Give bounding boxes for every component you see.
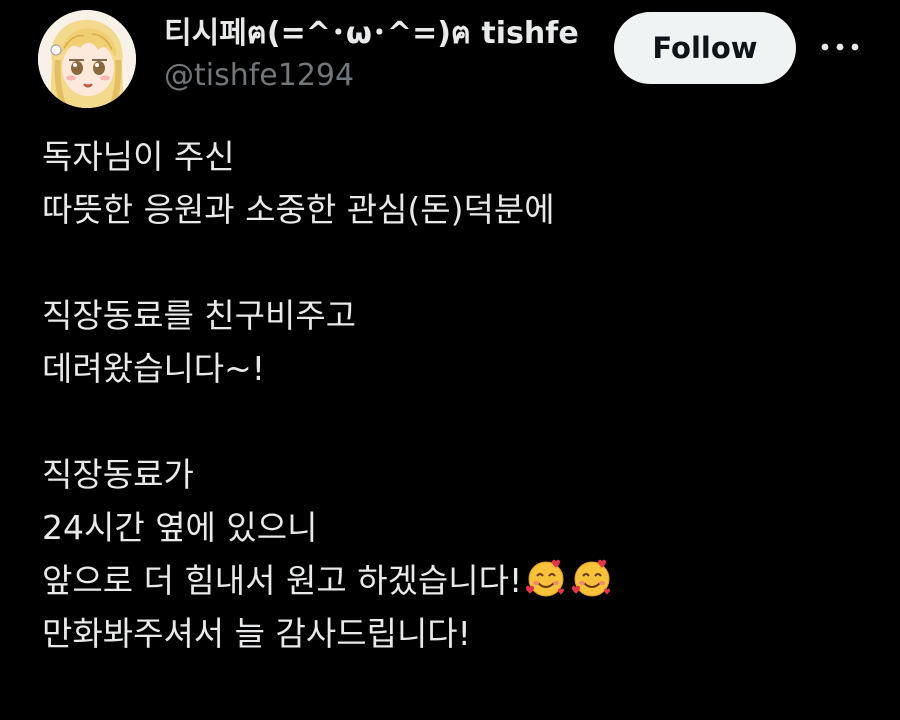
- tweet-line: 24시간 옆에 있으니: [42, 508, 318, 547]
- tweet-line: 독자님이 주신: [42, 137, 235, 176]
- avatar[interactable]: [38, 10, 136, 108]
- tweet-line: 따뜻한 응원과 소중한 관심(돈)덕분에: [42, 190, 555, 229]
- line-break: [42, 395, 872, 448]
- line-break: [42, 236, 872, 289]
- tweet-line: 앞으로 더 힘내서 원고 하겠습니다!: [42, 561, 523, 600]
- more-options-button[interactable]: [818, 32, 862, 62]
- display-name[interactable]: 티시페ฅ(=^･ω･^=)ฅ tishfe: [164, 14, 604, 54]
- tweet-line: 만화봐주셔서 늘 감사드립니다!: [42, 614, 471, 653]
- tweet-view: 티시페ฅ(=^･ω･^=)ฅ tishfe @tishfe1294 Follow…: [0, 0, 900, 720]
- tweet-line: 데려왔습니다~!: [42, 349, 266, 388]
- anime-girl-avatar-icon: [38, 10, 136, 108]
- user-handle[interactable]: @tishfe1294: [164, 56, 604, 96]
- author-info: 티시페ฅ(=^･ω･^=)ฅ tishfe @tishfe1294: [164, 14, 604, 96]
- tweet-line: 직장동료를 친구비주고: [42, 296, 357, 335]
- smiling-face-with-hearts-icon: [570, 556, 614, 600]
- tweet-line: 직장동료가: [42, 455, 194, 494]
- tweet-text: 독자님이 주신 따뜻한 응원과 소중한 관심(돈)덕분에 직장동료를 친구비주고…: [42, 130, 872, 660]
- smiling-face-with-hearts-icon: [524, 556, 568, 600]
- more-horizontal-icon: [821, 43, 859, 51]
- tweet-line-with-emoji: 앞으로 더 힘내서 원고 하겠습니다!: [42, 554, 872, 607]
- tweet-header: 티시페ฅ(=^･ω･^=)ฅ tishfe @tishfe1294 Follow: [38, 10, 868, 110]
- follow-button[interactable]: Follow: [614, 12, 796, 84]
